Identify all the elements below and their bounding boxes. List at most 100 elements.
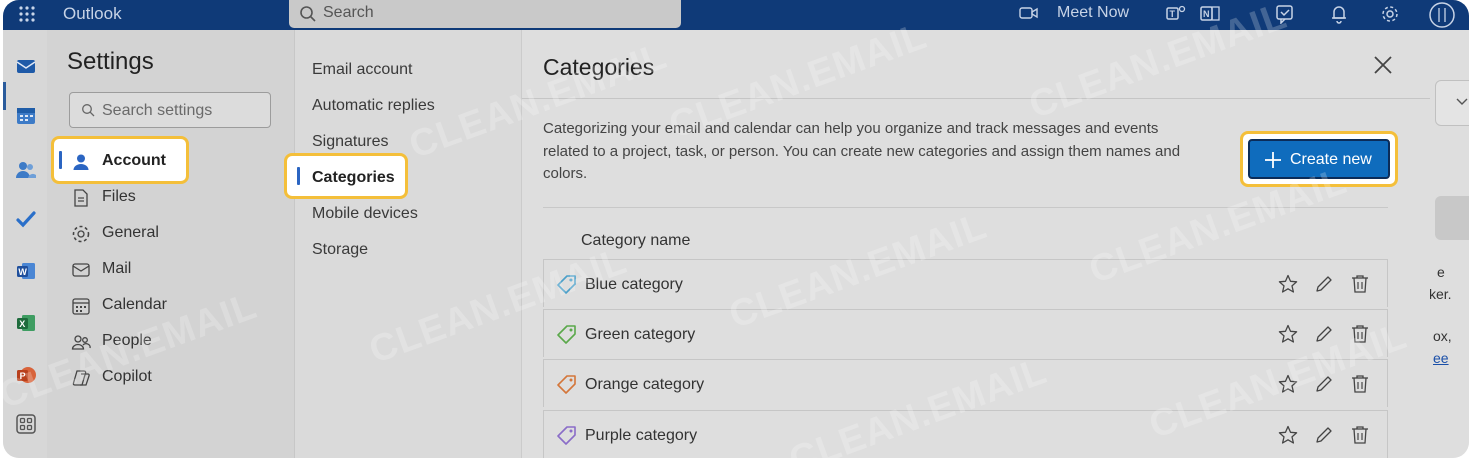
selection-indicator xyxy=(59,151,62,169)
category-name: Green category xyxy=(585,326,696,343)
nav-item-label: Account xyxy=(102,152,166,169)
bell-icon[interactable] xyxy=(1329,4,1349,24)
rail-selection-indicator xyxy=(3,82,6,110)
star-icon[interactable] xyxy=(1278,274,1298,294)
create-new-button[interactable]: Create new xyxy=(1248,139,1390,179)
background-box xyxy=(1435,196,1469,240)
star-icon[interactable] xyxy=(1278,324,1298,344)
search-settings-input[interactable]: Search settings xyxy=(69,92,271,128)
trash-icon[interactable] xyxy=(1350,274,1370,294)
tag-icon xyxy=(557,325,576,344)
subnav-item-email-account[interactable]: Email account xyxy=(312,61,413,79)
plus-icon xyxy=(1265,152,1281,168)
waffle-icon[interactable] xyxy=(17,4,37,24)
settings-dialog: Settings Search settings Account Files G… xyxy=(47,30,1430,458)
todo-icon[interactable] xyxy=(15,208,37,230)
subnav-item-categories[interactable]: Categories xyxy=(312,169,395,187)
word-icon[interactable]: W xyxy=(15,260,37,282)
tag-icon xyxy=(557,426,576,445)
mail-subnav: Email account Automatic replies Signatur… xyxy=(284,30,521,458)
pencil-icon[interactable] xyxy=(1314,374,1334,394)
nav-item-label: Files xyxy=(102,188,136,205)
excel-icon[interactable]: X xyxy=(15,312,37,334)
gear-icon[interactable] xyxy=(1380,4,1400,24)
video-icon xyxy=(1019,7,1038,19)
svg-text:P: P xyxy=(20,371,26,381)
nav-item-label: Copilot xyxy=(102,368,152,385)
subnav-item-storage[interactable]: Storage xyxy=(312,241,368,259)
chevron-down-icon xyxy=(1456,98,1468,105)
category-row[interactable]: Blue category xyxy=(543,259,1388,307)
search-label: Search xyxy=(323,4,374,21)
category-row[interactable]: Orange category xyxy=(543,359,1388,407)
file-icon xyxy=(74,189,88,207)
people-icon xyxy=(71,335,91,350)
app-title: Outlook xyxy=(63,4,122,23)
nav-item-label: General xyxy=(102,224,159,241)
avatar[interactable] xyxy=(1427,2,1457,28)
category-name: Blue category xyxy=(585,276,683,293)
background-link: ee xyxy=(1433,350,1449,366)
mail-icon[interactable] xyxy=(15,55,37,77)
person-icon xyxy=(73,154,89,170)
header-divider xyxy=(522,98,1430,99)
category-row[interactable]: Green category xyxy=(543,309,1388,357)
subnav-item-automatic-replies[interactable]: Automatic replies xyxy=(312,97,435,115)
apps-icon[interactable] xyxy=(15,413,37,435)
search-settings-placeholder: Search settings xyxy=(102,102,213,119)
pencil-icon[interactable] xyxy=(1314,324,1334,344)
calendar-icon xyxy=(72,298,90,315)
svg-text:X: X xyxy=(19,319,25,329)
app-window: Outlook Search Meet Now T N W X P e ker.… xyxy=(3,0,1469,458)
top-bar: Outlook Search Meet Now T N xyxy=(3,0,1469,30)
pencil-icon[interactable] xyxy=(1314,425,1334,445)
feedback-icon[interactable] xyxy=(1275,4,1295,24)
settings-nav: Settings Search settings Account Files G… xyxy=(47,30,294,458)
settings-title: Settings xyxy=(67,48,154,75)
nav-item-label: Calendar xyxy=(102,296,167,313)
app-rail: W X P xyxy=(3,30,47,458)
trash-icon[interactable] xyxy=(1350,324,1370,344)
mail-icon xyxy=(72,263,90,277)
teams-icon[interactable]: T xyxy=(1165,4,1187,24)
close-icon[interactable] xyxy=(1372,54,1394,76)
background-text: ox, xyxy=(1433,328,1452,344)
svg-text:N: N xyxy=(1203,9,1210,19)
background-dropdown xyxy=(1435,80,1469,126)
category-name: Purple category xyxy=(585,427,698,444)
svg-text:W: W xyxy=(18,267,27,277)
create-new-label: Create new xyxy=(1290,151,1372,168)
category-name: Orange category xyxy=(585,376,705,393)
background-text: ker. xyxy=(1429,286,1452,302)
nav-item-label: Mail xyxy=(102,260,132,277)
calendar-icon[interactable] xyxy=(15,105,37,127)
star-icon[interactable] xyxy=(1278,374,1298,394)
subnav-item-mobile-devices[interactable]: Mobile devices xyxy=(312,205,418,223)
star-icon[interactable] xyxy=(1278,425,1298,445)
page-title: Categories xyxy=(543,54,655,80)
onenote-icon[interactable]: N xyxy=(1199,4,1221,24)
category-row[interactable]: Purple category xyxy=(543,410,1388,458)
people-icon[interactable] xyxy=(15,158,37,180)
search-box[interactable]: Search xyxy=(289,0,681,28)
categories-description: Categorizing your email and calendar can… xyxy=(543,120,1181,182)
selection-indicator xyxy=(297,167,300,185)
list-divider xyxy=(543,207,1388,208)
copilot-icon xyxy=(72,370,90,386)
meet-now-label: Meet Now xyxy=(1057,4,1130,21)
subnav-item-signatures[interactable]: Signatures xyxy=(312,133,389,151)
powerpoint-icon[interactable]: P xyxy=(15,364,37,386)
search-icon xyxy=(300,6,316,22)
nav-item-label: People xyxy=(102,332,152,349)
gear-icon xyxy=(72,225,90,243)
trash-icon[interactable] xyxy=(1350,425,1370,445)
pencil-icon[interactable] xyxy=(1314,274,1334,294)
tag-icon xyxy=(557,275,576,294)
column-header: Category name xyxy=(581,232,691,249)
meet-now-button[interactable]: Meet Now xyxy=(1019,4,1129,22)
create-new-highlight: Create new xyxy=(1240,131,1398,187)
tag-icon xyxy=(557,375,576,394)
search-icon xyxy=(82,104,95,117)
trash-icon[interactable] xyxy=(1350,374,1370,394)
svg-text:T: T xyxy=(1170,9,1176,19)
